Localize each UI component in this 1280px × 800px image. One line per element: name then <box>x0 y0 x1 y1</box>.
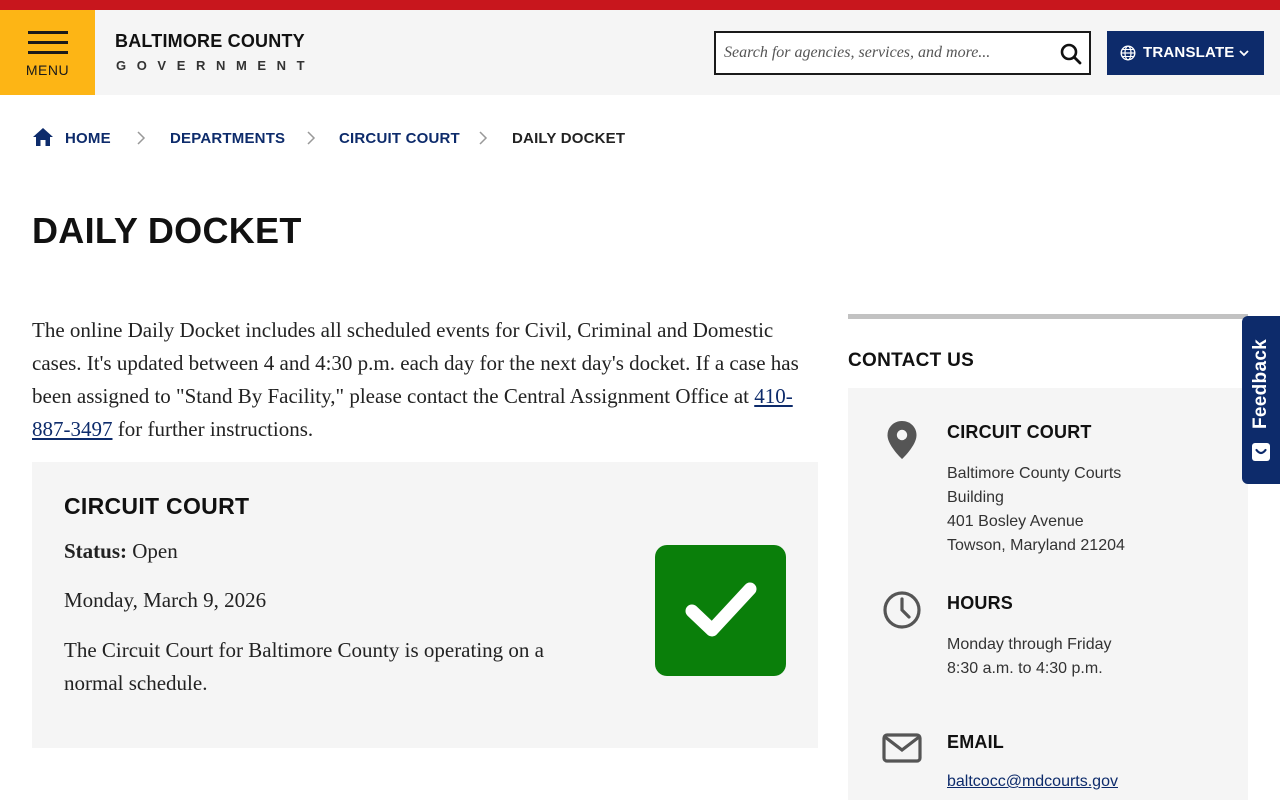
hamburger-icon <box>28 31 68 34</box>
chevron-right-icon <box>307 131 316 145</box>
card-title: CIRCUIT COURT <box>64 493 250 519</box>
court-date: Monday, March 9, 2026 <box>64 588 267 612</box>
status-value: Open <box>132 539 178 563</box>
hours-title: HOURS <box>947 593 1014 613</box>
email-title: EMAIL <box>947 732 1004 752</box>
hamburger-icon-bar <box>28 51 68 54</box>
home-icon[interactable] <box>32 127 54 147</box>
hours-line-1: Monday through Friday <box>947 636 1112 653</box>
search-icon[interactable] <box>1059 42 1083 66</box>
translate-button[interactable]: TRANSLATE <box>1107 31 1264 75</box>
menu-label: MENU <box>25 62 70 78</box>
search-input[interactable] <box>724 33 1054 73</box>
translate-label: TRANSLATE <box>1143 44 1235 61</box>
court-description: The Circuit Court for Baltimore County i… <box>64 638 544 695</box>
hamburger-icon-bar <box>28 41 68 44</box>
status-label: Status: <box>64 539 128 563</box>
contact-heading: CONTACT US <box>848 350 975 371</box>
contact-panel: CIRCUIT COURT Baltimore County Courts Bu… <box>848 388 1248 800</box>
breadcrumb-home-link[interactable]: HOME <box>65 130 111 147</box>
intro-tail: for further instructions. <box>112 417 314 441</box>
location-pin-icon <box>887 421 917 459</box>
breadcrumb-current: DAILY DOCKET <box>512 130 626 147</box>
search-box <box>714 31 1091 75</box>
status-open-badge <box>655 545 786 676</box>
address-line-2: Building <box>947 489 1004 506</box>
breadcrumb: HOME DEPARTMENTS CIRCUIT COURT DAILY DOC… <box>32 125 732 153</box>
address-line-4: Towson, Maryland 21204 <box>947 537 1125 554</box>
email-icon <box>882 733 922 763</box>
address-line-1: Baltimore County Courts <box>947 465 1122 482</box>
intro-paragraph: The online Daily Docket includes all sch… <box>32 314 822 446</box>
clock-icon <box>883 591 921 629</box>
top-accent-stripe <box>0 0 1280 10</box>
location-title: CIRCUIT COURT <box>947 422 1092 442</box>
menu-button[interactable]: MENU <box>0 10 95 95</box>
court-status-card: CIRCUIT COURT Status: Open Monday, March… <box>32 462 818 748</box>
feedback-label: Feedback <box>1250 338 1271 430</box>
checkmark-icon <box>685 582 757 637</box>
feedback-smiley-icon <box>1252 443 1270 461</box>
chevron-right-icon <box>137 131 146 145</box>
chevron-right-icon <box>479 131 488 145</box>
email-link[interactable]: baltcocc@mdcourts.gov <box>947 773 1118 791</box>
page-title: DAILY DOCKET <box>32 210 302 251</box>
hours-line-2: 8:30 a.m. to 4:30 p.m. <box>947 660 1103 677</box>
site-header: MENU BALTIMORE COUNTY GOVERNMENT TRANSLA… <box>0 10 1280 95</box>
intro-text: The online Daily Docket includes all sch… <box>32 318 799 408</box>
globe-icon <box>1120 45 1136 61</box>
site-logo-subtitle[interactable]: GOVERNMENT <box>116 58 315 73</box>
breadcrumb-circuit-court-link[interactable]: CIRCUIT COURT <box>339 130 460 147</box>
court-status: Status: Open <box>64 539 178 564</box>
feedback-tab[interactable]: Feedback <box>1242 316 1280 484</box>
chevron-down-icon <box>1239 50 1249 57</box>
breadcrumb-departments-link[interactable]: DEPARTMENTS <box>170 130 285 147</box>
contact-divider <box>848 314 1248 319</box>
site-logo-title[interactable]: BALTIMORE COUNTY <box>115 31 305 52</box>
address-line-3: 401 Bosley Avenue <box>947 513 1084 530</box>
